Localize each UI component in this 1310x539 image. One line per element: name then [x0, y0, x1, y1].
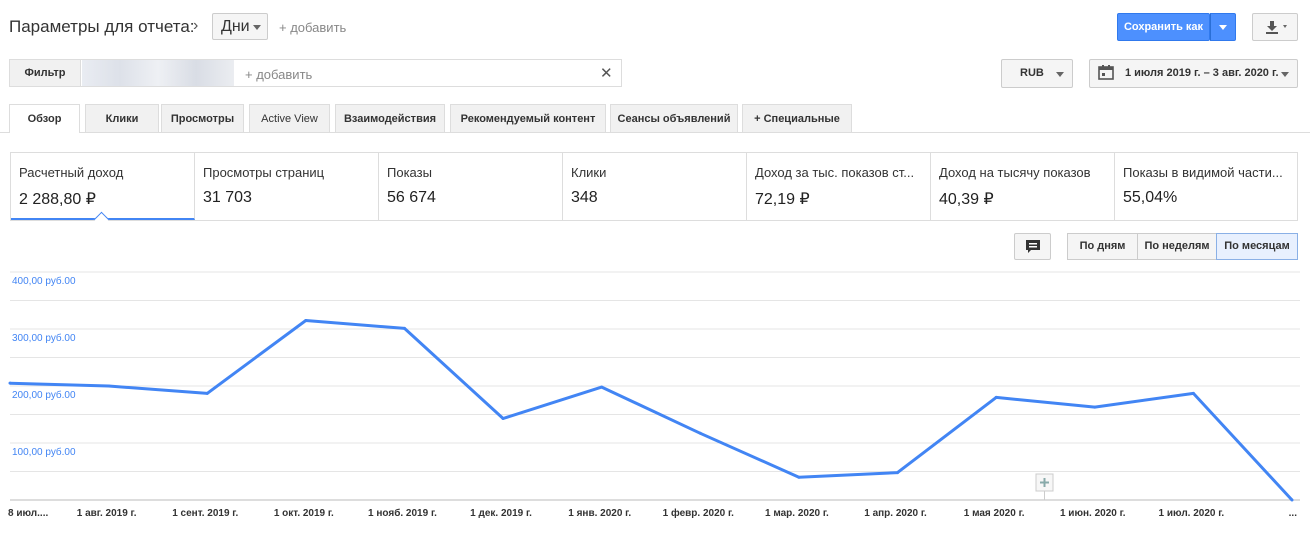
granularity-dropdown[interactable]: Дни [212, 13, 268, 40]
caret-down-icon [1281, 72, 1289, 77]
metric-value: 55,04% [1123, 189, 1178, 206]
x-tick-label: 1 мая 2020 г. [964, 508, 1025, 519]
metric-clicks[interactable]: Клики 348 [563, 153, 747, 220]
close-icon[interactable]: ✕ [600, 64, 613, 82]
y-tick-label: 100,00 руб.00 [12, 446, 76, 458]
data-point [1093, 405, 1097, 409]
metrics-bar: Расчетный доход 2 288,80 ₽ Просмотры стр… [10, 152, 1298, 221]
y-tick-label: 300,00 руб.00 [12, 332, 76, 344]
data-point [402, 326, 406, 330]
x-tick-label: 1 апр. 2020 г. [864, 508, 927, 519]
redacted-filter-chip [82, 60, 234, 86]
series-line [9, 319, 1294, 502]
metric-label: Доход на тысячу показов [939, 165, 1091, 180]
x-tick-label: 1 июн. 2020 г. [1060, 508, 1126, 519]
currency-value: RUB [1020, 67, 1044, 79]
tab-overview[interactable]: Обзор [9, 104, 80, 133]
save-options-dropdown[interactable] [1210, 13, 1236, 41]
page-title: Параметры для отчета: [9, 17, 195, 36]
data-point [205, 391, 209, 395]
tab-interactions[interactable]: Взаимодействия [335, 104, 445, 132]
data-point [8, 381, 12, 385]
x-tick-label: 1 нояб. 2019 г. [368, 507, 437, 519]
data-point [896, 471, 900, 475]
metric-impression-rpm[interactable]: Доход на тысячу показов 40,39 ₽ [931, 153, 1115, 220]
earnings-line-chart: 400,00 руб.00 300,00 руб.00 200,00 руб.00 1… [8, 271, 1300, 519]
metric-label: Клики [571, 165, 607, 180]
download-button[interactable] [1252, 13, 1298, 41]
x-tick-label: 1 янв. 2020 г. [568, 508, 631, 519]
x-tick-label: 1 сент. 2019 г. [172, 508, 238, 519]
tab-recommended-content[interactable]: Рекомендуемый контент [450, 104, 606, 132]
metric-page-rpm[interactable]: Доход за тыс. показов ст... 72,19 ₽ [747, 153, 931, 220]
x-tick-label: 8 июл.... [8, 508, 48, 519]
date-range-picker[interactable]: 1 июля 2019 г. – 3 авг. 2020 г. [1089, 59, 1298, 88]
metric-estimated-earnings[interactable]: Расчетный доход 2 288,80 ₽ [11, 153, 195, 220]
x-tick-label: 1 февр. 2020 г. [663, 507, 735, 519]
data-point [994, 395, 998, 399]
data-point [304, 318, 308, 322]
tab-views[interactable]: Просмотры [161, 104, 244, 132]
filter-label: Фильтр [9, 59, 81, 87]
chevron-right-icon: › [193, 17, 199, 34]
x-tick-label: 1 мар. 2020 г. [765, 508, 829, 519]
y-tick-label: 200,00 руб.00 [12, 389, 76, 401]
x-tick-label: ... [1289, 508, 1298, 519]
add-dimension-link[interactable]: + добавить [279, 20, 346, 35]
add-annotation-marker[interactable] [1035, 473, 1054, 500]
x-tick-label: 1 окт. 2019 г. [274, 508, 334, 519]
x-tick-label: 1 июл. 2020 г. [1159, 508, 1225, 519]
data-point [501, 416, 505, 420]
metric-impressions[interactable]: Показы 56 674 [379, 153, 563, 220]
caret-down-icon [253, 25, 261, 30]
date-range-value: 1 июля 2019 г. – 3 авг. 2020 г. [1125, 67, 1279, 79]
metric-value: 2 288,80 ₽ [19, 191, 96, 208]
currency-select[interactable]: RUB [1001, 59, 1073, 88]
annotation-button[interactable] [1014, 233, 1051, 260]
metric-value: 40,39 ₽ [939, 191, 994, 208]
metric-value: 56 674 [387, 189, 436, 206]
metric-label: Показы [387, 165, 432, 180]
data-point [698, 431, 702, 435]
data-point [1290, 498, 1294, 502]
granularity-value: Дни [221, 18, 250, 35]
tab-clicks[interactable]: Клики [85, 104, 159, 132]
metric-value: 72,19 ₽ [755, 191, 810, 208]
metric-label: Просмотры страниц [203, 165, 325, 180]
tab-custom[interactable]: + Специальные [742, 104, 852, 132]
data-point [797, 475, 801, 479]
metric-page-views[interactable]: Просмотры страниц 31 703 [195, 153, 379, 220]
metric-label: Расчетный доход [19, 165, 124, 180]
by-day-button[interactable]: По дням [1067, 233, 1138, 260]
download-icon [1266, 21, 1287, 34]
by-week-button[interactable]: По неделям [1137, 233, 1217, 260]
metric-label: Доход за тыс. показов ст... [755, 165, 915, 180]
x-tick-label: 1 авг. 2019 г. [77, 508, 137, 519]
calendar-icon [1098, 65, 1114, 80]
metric-value: 31 703 [203, 189, 252, 206]
save-as-button[interactable]: Сохранить как [1117, 13, 1210, 41]
caret-down-icon [1056, 72, 1064, 77]
data-point [107, 384, 111, 388]
metric-label: Показы в видимой части... [1123, 165, 1283, 180]
metric-viewability[interactable]: Показы в видимой части... 55,04% [1115, 153, 1297, 220]
x-tick-label: 1 дек. 2019 г. [470, 508, 532, 519]
tab-active-view[interactable]: Active View [249, 104, 330, 132]
by-month-button[interactable]: По месяцам [1216, 233, 1298, 260]
metric-value: 348 [571, 189, 598, 206]
data-point [600, 385, 604, 389]
filter-add-link[interactable]: + добавить [245, 67, 312, 82]
data-point [1191, 391, 1195, 395]
y-tick-label: 400,00 руб.00 [12, 275, 76, 287]
tab-ad-sessions[interactable]: Сеансы объявлений [610, 104, 738, 132]
comment-icon [1026, 240, 1040, 253]
